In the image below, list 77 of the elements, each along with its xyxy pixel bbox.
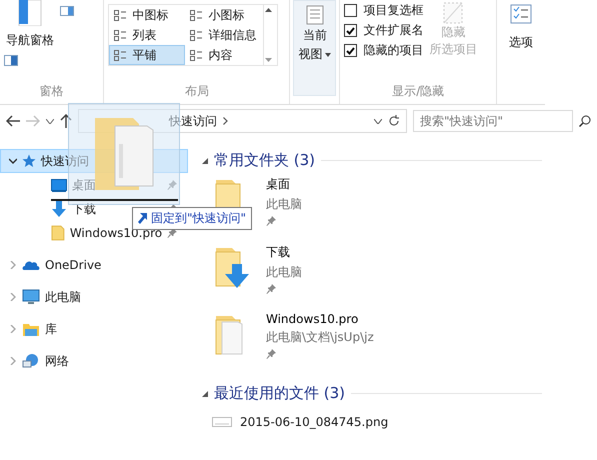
nav-item[interactable]: 库 xyxy=(0,317,188,341)
network-icon xyxy=(22,353,40,369)
checkmark-icon xyxy=(346,26,356,34)
desktop-icon xyxy=(51,178,67,192)
dropdown-caret-icon[interactable] xyxy=(374,118,382,124)
path-segment[interactable]: 快速访问 xyxy=(169,112,217,130)
nav-label: OneDrive xyxy=(45,258,102,272)
layout-icon xyxy=(114,50,128,60)
view-icon xyxy=(306,5,324,25)
scroll-up-icon[interactable] xyxy=(265,8,272,12)
layout-option[interactable]: 中图标 xyxy=(109,5,186,25)
checkmark-icon xyxy=(346,46,356,54)
file-name[interactable]: 2015-06-10_084745.png xyxy=(240,415,388,429)
details-pane-button[interactable] xyxy=(4,55,18,66)
group-label: 窗格 xyxy=(38,83,65,100)
layout-option[interactable]: 详细信息 xyxy=(185,25,264,45)
search-icon[interactable] xyxy=(579,115,591,127)
layout-icon xyxy=(190,10,204,20)
checkbox-option[interactable]: 隐藏的项目 xyxy=(344,42,424,59)
nav-label: 下载 xyxy=(72,200,97,218)
address-field[interactable]: 快速访问 xyxy=(78,109,407,133)
layout-icon xyxy=(190,30,204,40)
caret-icon xyxy=(325,52,332,56)
group-label: 布局 xyxy=(184,83,210,100)
recent-locations-button[interactable] xyxy=(46,118,54,124)
library-icon xyxy=(22,322,40,336)
pin-icon[interactable] xyxy=(266,284,276,294)
folder-name[interactable]: 桌面 xyxy=(266,176,290,193)
preview-pane-button[interactable] xyxy=(60,6,74,16)
shortcut-arrow-icon xyxy=(138,213,147,224)
checkbox-option[interactable]: 文件扩展名 xyxy=(344,22,424,39)
folder-location: 此电脑\文档\jsUp\jz xyxy=(266,329,374,346)
current-view-button[interactable]: 当前 视图 xyxy=(293,0,336,96)
layout-option[interactable]: 平铺 xyxy=(109,45,186,65)
nav-item[interactable]: 此电脑 xyxy=(0,285,188,309)
options-button[interactable]: 选项 xyxy=(501,0,541,55)
layout-icon xyxy=(114,30,128,40)
scroll-down-icon[interactable] xyxy=(265,58,272,62)
navigation-pane-button[interactable]: 导航窗格 xyxy=(4,0,56,49)
nav-item[interactable]: 网络 xyxy=(0,349,188,373)
monitor-icon xyxy=(22,289,40,305)
layout-option[interactable]: 内容 xyxy=(185,45,264,65)
layout-icon xyxy=(114,10,128,20)
chevron-icon[interactable] xyxy=(223,117,228,125)
pin-icon[interactable] xyxy=(167,228,177,238)
section-title[interactable]: 常用文件夹 (3) xyxy=(214,151,316,170)
checkbox-option[interactable]: 项目复选框 xyxy=(344,2,424,19)
back-button[interactable] xyxy=(6,115,20,127)
star-icon xyxy=(22,154,36,168)
layout-option[interactable]: 小图标 xyxy=(185,5,264,25)
folder-location: 此电脑 xyxy=(266,264,302,281)
nav-item[interactable]: OneDrive xyxy=(0,253,188,277)
pin-icon[interactable] xyxy=(266,216,276,226)
nav-label: 库 xyxy=(45,320,58,338)
chevron-icon[interactable] xyxy=(9,157,17,165)
collapse-triangle-icon[interactable] xyxy=(202,390,208,396)
drag-tooltip: 固定到"快速访问" xyxy=(132,207,252,230)
group-label: 显示/隐藏 xyxy=(391,83,446,100)
checklist-icon xyxy=(510,4,532,24)
search-field[interactable]: 搜索"快速访问" xyxy=(413,110,573,132)
section-title[interactable]: 最近使用的文件 (3) xyxy=(214,384,346,403)
nav-label: 网络 xyxy=(45,352,70,370)
collapse-triangle-icon[interactable] xyxy=(202,158,208,164)
folder-location: 此电脑 xyxy=(266,196,302,213)
layout-icon xyxy=(190,50,204,60)
folder-name[interactable]: 下载 xyxy=(266,244,290,261)
image-file-icon xyxy=(212,417,232,427)
nav-label: 此电脑 xyxy=(45,288,82,306)
download-arrow-icon xyxy=(51,201,67,217)
cloud-icon xyxy=(22,259,40,271)
folder-icon xyxy=(51,225,65,241)
refresh-icon[interactable] xyxy=(388,115,400,127)
pin-icon[interactable] xyxy=(266,349,276,359)
up-button[interactable] xyxy=(60,114,72,128)
folder-name[interactable]: Windows10.pro xyxy=(266,312,358,326)
layout-option[interactable]: 列表 xyxy=(109,25,186,45)
nav-label: 快速访问 xyxy=(41,152,90,170)
